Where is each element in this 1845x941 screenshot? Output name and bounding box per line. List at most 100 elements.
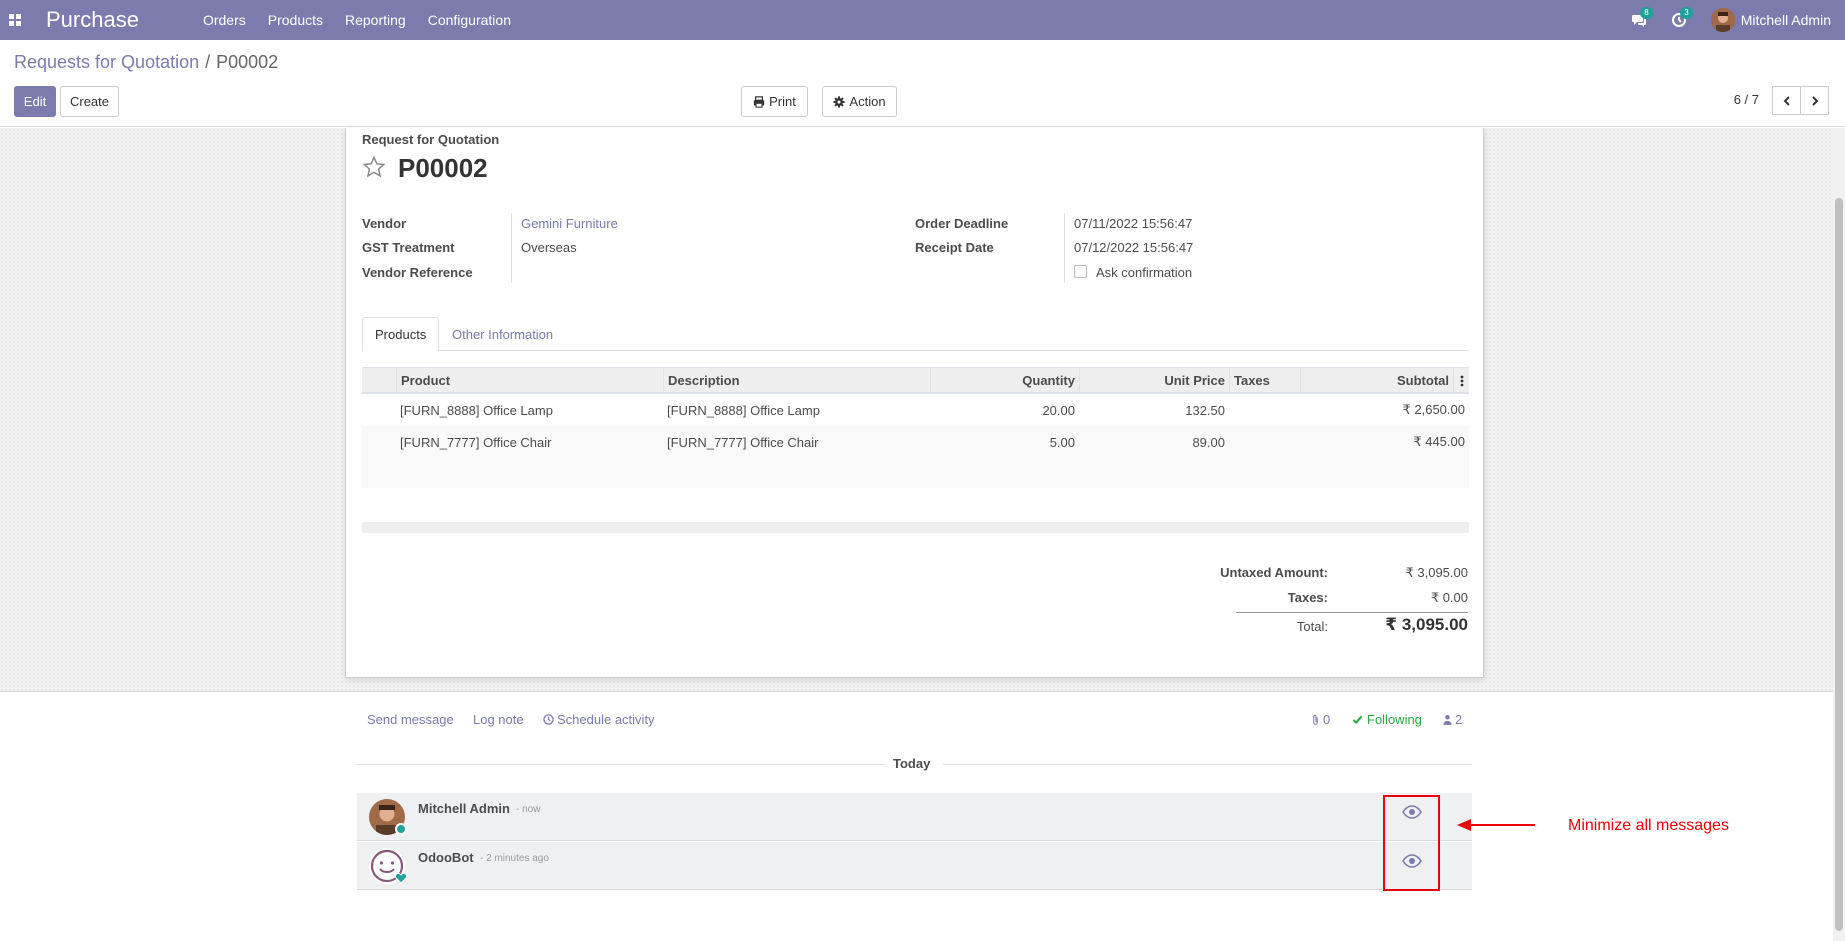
vendor-reference-label: Vendor Reference [362, 265, 473, 280]
column-quantity[interactable]: Quantity [930, 368, 1079, 393]
vendor-link[interactable]: Gemini Furniture [521, 216, 618, 231]
annotation-text: Minimize all messages [1568, 817, 1729, 834]
action-button[interactable]: Action [822, 86, 897, 117]
receipt-date-value: 07/12/2022 15:56:47 [1074, 240, 1194, 255]
check-icon [1352, 715, 1363, 725]
cell-description: [FURN_7777] Office Chair [667, 434, 819, 450]
send-message-button[interactable]: Send message [367, 712, 454, 727]
clock-icon [543, 714, 554, 725]
ask-confirmation-checkbox[interactable] [1074, 265, 1087, 278]
pager-value[interactable]: 6 / 7 [1734, 92, 1759, 107]
print-button[interactable]: Print [741, 86, 808, 117]
gst-treatment-value: Overseas [521, 240, 577, 255]
attachments-count: 0 [1323, 712, 1331, 727]
following-button[interactable]: Following [1352, 712, 1422, 727]
followers-button[interactable]: 2 [1443, 712, 1462, 727]
table-row[interactable]: [FURN_8888] Office Lamp [FURN_8888] Offi… [362, 394, 1469, 426]
taxes-label: Taxes: [1287, 590, 1328, 605]
table-row[interactable]: [FURN_7777] Office Chair [FURN_7777] Off… [362, 426, 1469, 458]
separator-line [357, 764, 885, 765]
date-separator: Today [357, 756, 1472, 773]
message-author[interactable]: OdooBot [418, 850, 474, 865]
control-panel: Requests for Quotation / P00002 Edit Creat… [0, 40, 1845, 127]
pager-previous-button[interactable] [1772, 86, 1801, 115]
breadcrumb-separator: / [205, 52, 211, 72]
chatter-message[interactable]: Mitchell Admin - now [357, 793, 1472, 841]
app-name[interactable]: Purchase [46, 7, 139, 33]
tab-other-information[interactable]: Other Information [440, 317, 565, 351]
field-divider [1064, 213, 1065, 283]
create-button[interactable]: Create [60, 86, 119, 117]
taxes-value: ₹ 0.00 [1430, 590, 1468, 605]
message-date: - now [516, 804, 541, 815]
chevron-left-icon [1783, 95, 1790, 106]
column-taxes[interactable]: Taxes [1229, 368, 1300, 393]
form-sheet: Request for Quotation P00002 Vendor GST … [345, 128, 1484, 678]
column-product[interactable]: Product [396, 368, 663, 393]
messages-badge: 8 [1640, 7, 1653, 19]
activity-menu[interactable]: 3 [1665, 0, 1693, 40]
cell-quantity: 5.00 [1049, 434, 1075, 450]
print-label: Print [769, 94, 796, 109]
untaxed-amount-label: Untaxed Amount: [1220, 565, 1328, 580]
notebook-tabs: Products Other Information [362, 317, 1469, 352]
column-subtotal[interactable]: Subtotal [1300, 368, 1453, 393]
handle-header [362, 368, 396, 393]
action-label: Action [849, 94, 886, 109]
star-icon[interactable] [362, 155, 386, 179]
edit-button[interactable]: Edit [14, 86, 56, 117]
chatter-message[interactable]: OdooBot - 2 minutes ago [357, 842, 1472, 890]
log-note-button[interactable]: Log note [473, 712, 524, 727]
table-header: Product Description Quantity Unit Price … [362, 367, 1469, 394]
message-date: - 2 minutes ago [480, 853, 549, 864]
menu-products[interactable]: Products [268, 12, 323, 28]
menu-reporting[interactable]: Reporting [345, 12, 406, 28]
cell-unit-price: 132.50 [1185, 402, 1225, 418]
totals-divider [1236, 612, 1468, 613]
order-deadline-value: 07/11/2022 15:56:47 [1074, 216, 1193, 231]
menu-configuration[interactable]: Configuration [428, 12, 511, 28]
cell-unit-price: 89.00 [1192, 434, 1225, 450]
top-navbar: Purchase Orders Products Reporting Confi… [0, 0, 1845, 40]
following-label: Following [1367, 712, 1422, 727]
message-author[interactable]: Mitchell Admin [418, 801, 510, 816]
breadcrumb-rfq-link[interactable]: Requests for Quotation [14, 52, 199, 72]
page-scrollbar[interactable] [1833, 128, 1845, 941]
followers-count: 2 [1455, 712, 1463, 727]
cell-subtotal: ₹ 2,650.00 [1402, 402, 1466, 417]
apps-menu-icon[interactable] [0, 0, 30, 40]
schedule-activity-button[interactable]: Schedule activity [543, 712, 655, 727]
order-reference: P00002 [398, 153, 488, 183]
user-menu[interactable]: Mitchell Admin [1710, 8, 1831, 32]
printer-icon [753, 95, 765, 108]
cell-taxes [1229, 394, 1300, 426]
breadcrumb: Requests for Quotation / P00002 [14, 52, 278, 73]
online-status-icon [395, 823, 407, 835]
ask-confirmation-label: Ask confirmation [1096, 265, 1193, 280]
attachments-button[interactable]: 0 [1311, 712, 1330, 727]
vertical-dots-icon [1460, 375, 1463, 386]
column-description[interactable]: Description [663, 368, 930, 393]
optional-columns-toggle[interactable] [1453, 368, 1469, 393]
column-unit-price[interactable]: Unit Price [1079, 368, 1229, 393]
total-label: Total: [1296, 619, 1328, 634]
field-divider [511, 213, 512, 283]
total-value: ₹ 3,095.00 [1385, 615, 1468, 634]
user-avatar [1710, 8, 1735, 32]
schedule-activity-label: Schedule activity [557, 712, 655, 727]
order-lines-table: Product Description Quantity Unit Price … [362, 367, 1469, 488]
order-deadline-label: Order Deadline [915, 216, 1009, 231]
scrollbar-thumb[interactable] [1835, 198, 1843, 931]
date-separator-label: Today [893, 756, 931, 771]
chevron-right-icon [1811, 95, 1818, 106]
gst-treatment-label: GST Treatment [362, 240, 455, 255]
user-name: Mitchell Admin [1740, 12, 1831, 28]
cell-product: [FURN_7777] Office Chair [400, 434, 552, 450]
vendor-label: Vendor [362, 216, 407, 231]
menu-orders[interactable]: Orders [203, 12, 246, 28]
activities-badge: 3 [1680, 7, 1693, 19]
cell-subtotal: ₹ 445.00 [1413, 434, 1465, 449]
pager-next-button[interactable] [1800, 86, 1829, 115]
messaging-menu[interactable]: 8 [1625, 0, 1653, 40]
tab-products[interactable]: Products [362, 317, 440, 352]
